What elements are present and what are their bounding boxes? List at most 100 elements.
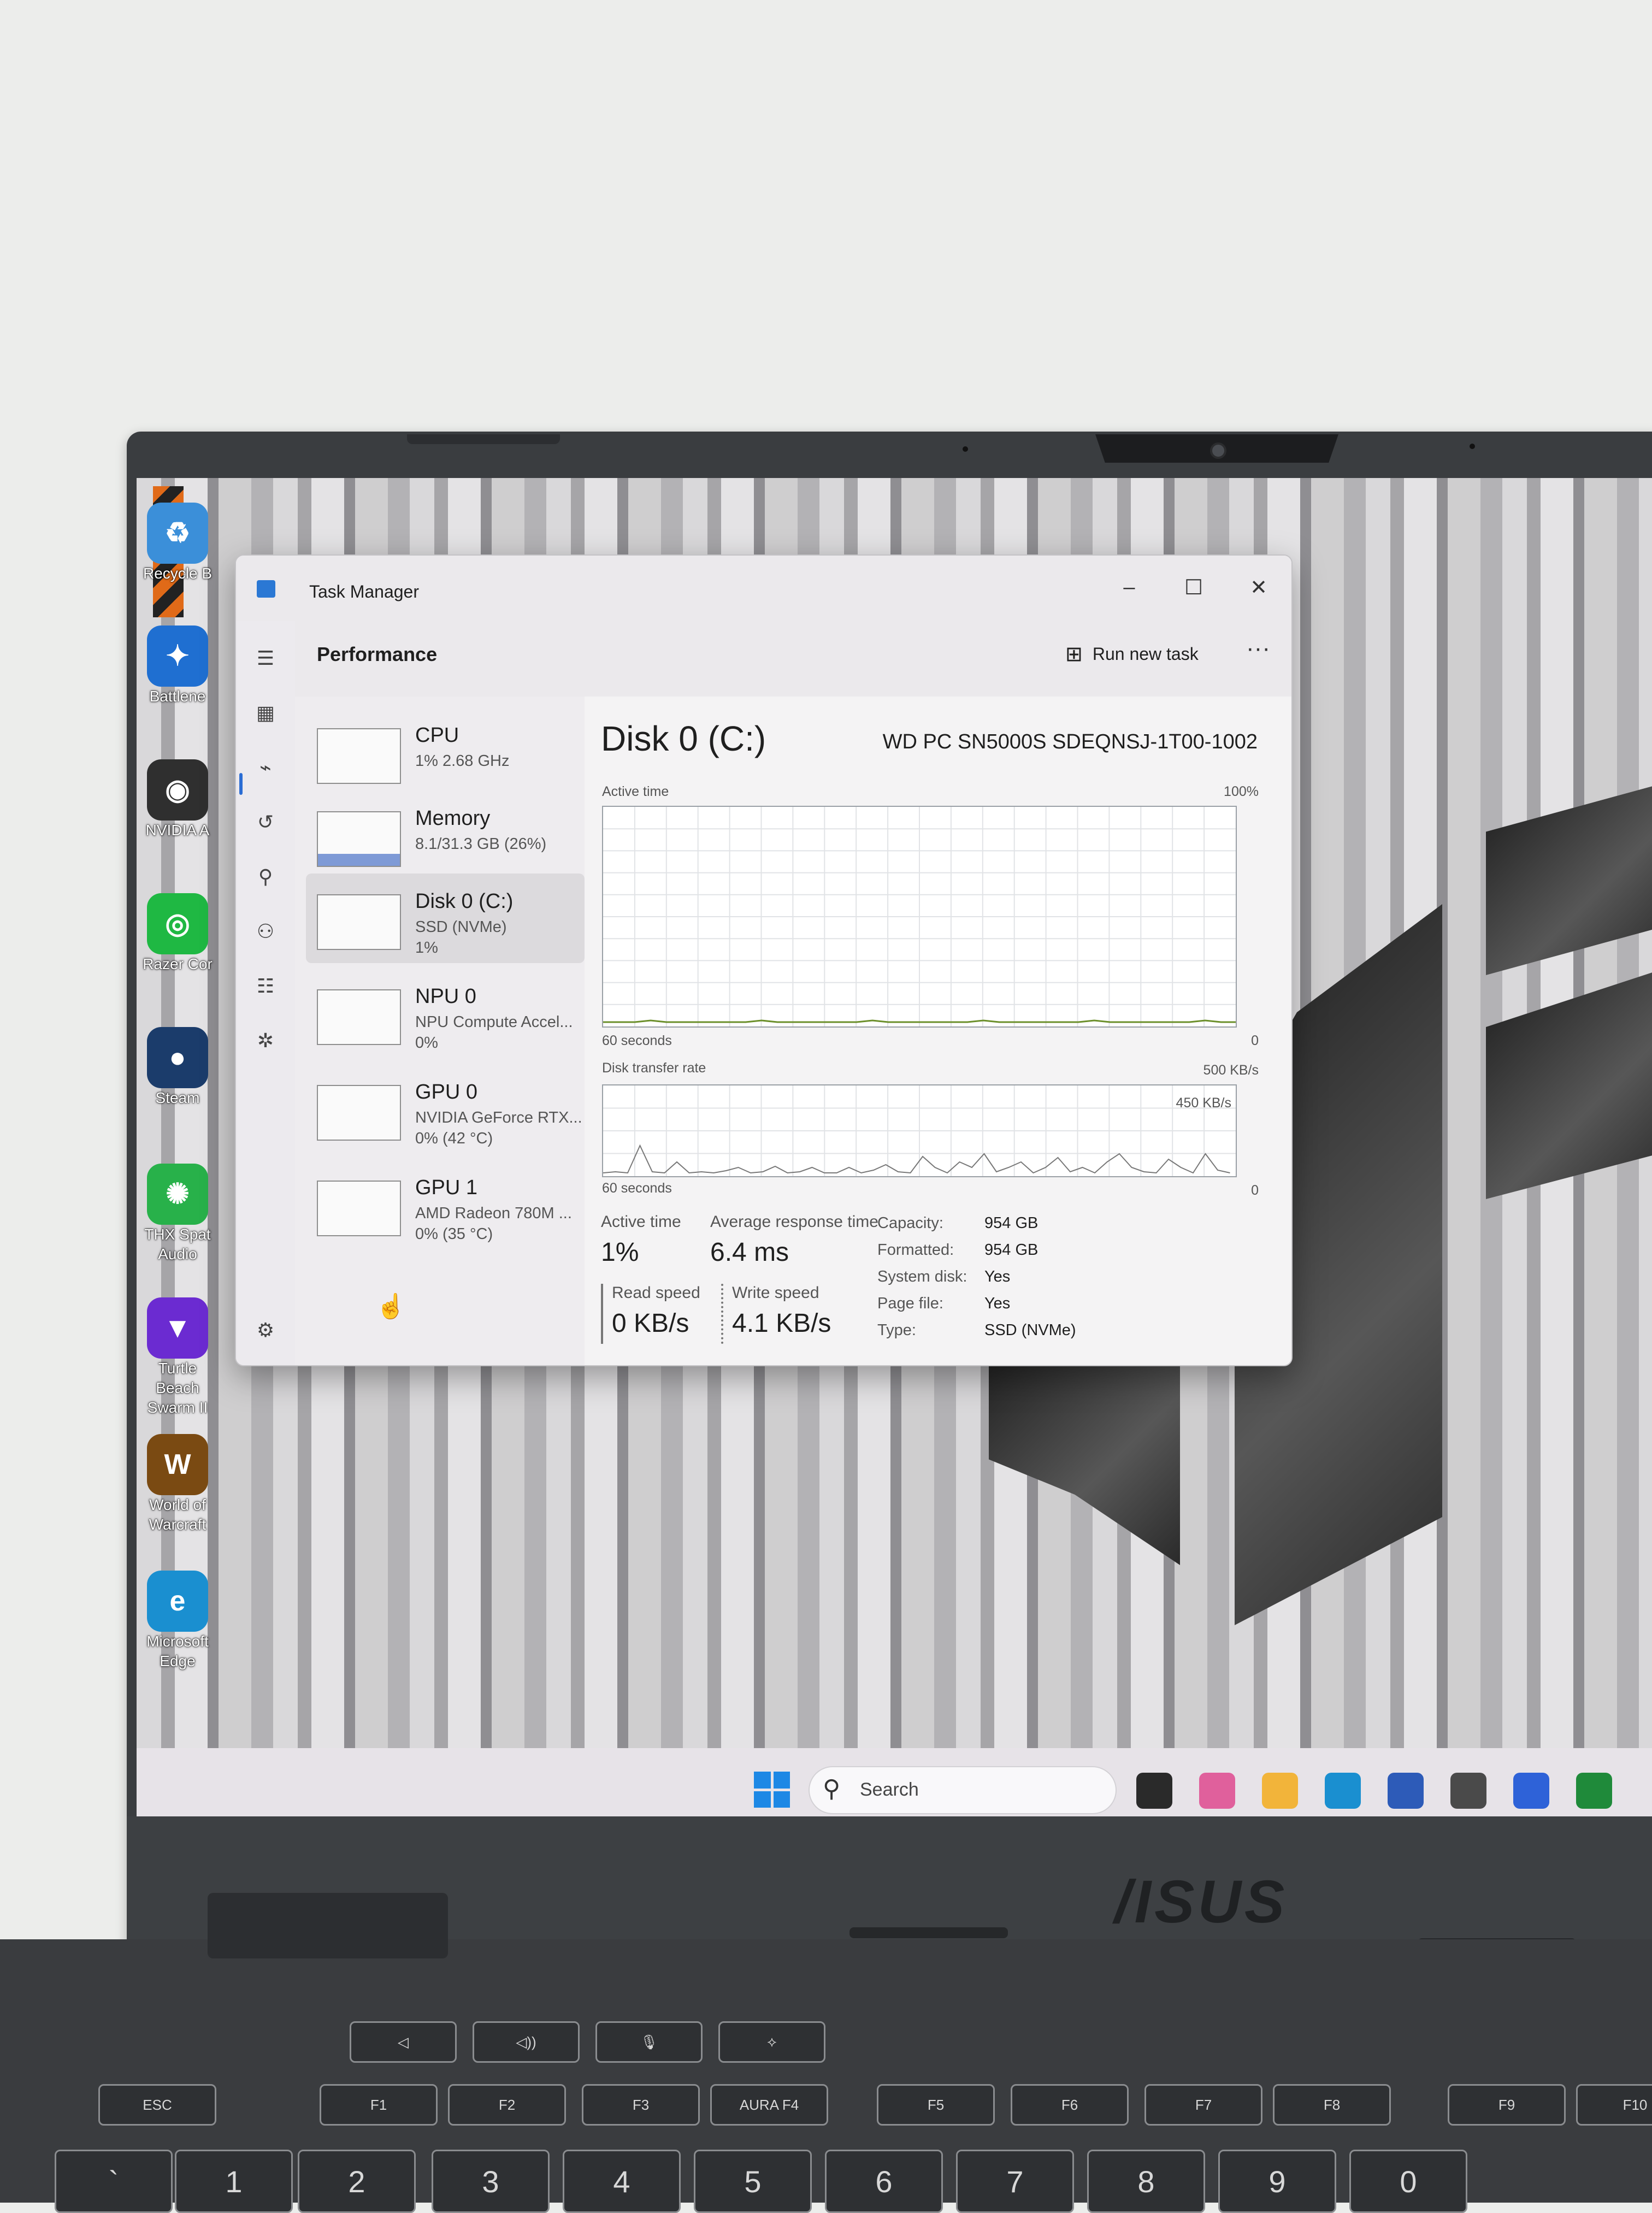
write-speed-label: Write speed: [732, 1284, 819, 1302]
function-key[interactable]: F2: [448, 2084, 566, 2126]
transfer-rate-graph: 450 KB/s: [602, 1084, 1237, 1177]
taskbar-search[interactable]: ⚲ Search: [809, 1766, 1117, 1814]
media-key[interactable]: ◁: [350, 2021, 457, 2063]
media-key[interactable]: ◁)): [473, 2021, 580, 2063]
resource-item-disk-0-c[interactable]: Disk 0 (C:) SSD (NVMe) 1%: [306, 874, 585, 963]
desktop-icon[interactable]: ✺ THX Spat Audio: [137, 1164, 219, 1264]
search-placeholder: Search: [860, 1779, 919, 1800]
property-value: SSD (NVMe): [984, 1321, 1076, 1339]
function-key[interactable]: ESC: [98, 2084, 216, 2126]
resource-name: Memory: [415, 807, 491, 830]
title-bar[interactable]: Task Manager – ☐ ✕: [236, 556, 1291, 621]
lid-foot: [849, 1927, 1008, 1938]
processes-icon[interactable]: ▦: [250, 698, 281, 728]
resource-thumbnail: [317, 728, 401, 784]
function-key[interactable]: F8: [1273, 2084, 1391, 2126]
resource-line1: AMD Radeon 780M ...: [415, 1205, 572, 1222]
xbox-icon[interactable]: [1576, 1773, 1612, 1809]
number-key[interactable]: 6: [825, 2150, 943, 2213]
desktop-icon-glyph: ♻: [147, 503, 208, 564]
task-view-icon[interactable]: [1136, 1773, 1172, 1809]
number-key[interactable]: 8: [1087, 2150, 1205, 2213]
number-key[interactable]: 5: [694, 2150, 812, 2213]
number-key[interactable]: 9: [1218, 2150, 1336, 2213]
function-key[interactable]: F3: [582, 2084, 700, 2126]
property-label: Formatted:: [877, 1241, 954, 1259]
performance-icon[interactable]: ⌁: [250, 752, 281, 783]
desktop-icon[interactable]: W World of Warcraft: [137, 1434, 219, 1535]
page-title: Performance: [317, 643, 438, 665]
resource-item-cpu[interactable]: CPU 1% 2.68 GHz: [306, 707, 585, 797]
number-key[interactable]: `: [55, 2150, 173, 2213]
function-key[interactable]: F10: [1576, 2084, 1652, 2126]
number-key[interactable]: 1: [175, 2150, 293, 2213]
media-key[interactable]: 🎙: [595, 2021, 703, 2063]
details-icon[interactable]: ☷: [250, 971, 281, 1001]
desktop-icon-glyph: ◎: [147, 893, 208, 954]
settings-gear-icon[interactable]: ⚙: [250, 1315, 281, 1345]
close-button[interactable]: ✕: [1226, 565, 1291, 609]
desktop-icon[interactable]: ✦ Battlene: [137, 625, 219, 706]
store-icon[interactable]: [1388, 1773, 1424, 1809]
resource-item-npu-0[interactable]: NPU 0 NPU Compute Accel... 0%: [306, 969, 585, 1058]
desktop-icon[interactable]: ● Steam: [137, 1027, 219, 1108]
number-key[interactable]: 3: [432, 2150, 550, 2213]
number-key[interactable]: 2: [298, 2150, 416, 2213]
desktop-icon[interactable]: ♻ Recycle B: [137, 503, 219, 583]
function-key[interactable]: F1: [320, 2084, 438, 2126]
hinge: [208, 1893, 448, 1958]
resource-item-gpu-0[interactable]: GPU 0 NVIDIA GeForce RTX... 0% (42 °C): [306, 1064, 585, 1154]
active-indicator: [239, 773, 243, 795]
resource-line2: 0%: [415, 1034, 438, 1052]
startup-apps-icon[interactable]: ⚲: [250, 861, 281, 892]
desktop-icon-label: THX Spat Audio: [144, 1226, 211, 1262]
function-key[interactable]: F5: [877, 2084, 995, 2126]
desktop-icon[interactable]: ▼ Turtle Beach Swarm II: [137, 1297, 219, 1418]
desktop-icon-label: Battlene: [149, 688, 206, 705]
myasus-icon[interactable]: [1513, 1773, 1549, 1809]
page-header: Performance ⊞ Run new task ···: [295, 621, 1291, 697]
services-icon[interactable]: ✲: [250, 1025, 281, 1056]
edge-icon[interactable]: [1325, 1773, 1361, 1809]
number-key[interactable]: 0: [1349, 2150, 1467, 2213]
app-history-icon[interactable]: ↺: [250, 807, 281, 837]
number-key[interactable]: 7: [956, 2150, 1074, 2213]
resource-name: CPU: [415, 724, 459, 747]
desktop-icon-label: Steam: [155, 1089, 200, 1106]
graph2-inner-label: 450 KB/s: [1176, 1095, 1231, 1111]
media-key[interactable]: ⟡: [718, 2021, 825, 2063]
desktop-icon[interactable]: e Microsoft Edge: [137, 1571, 219, 1671]
function-key[interactable]: F7: [1144, 2084, 1262, 2126]
maximize-button[interactable]: ☐: [1161, 565, 1226, 609]
graph2-x-label: 60 seconds: [602, 1181, 672, 1196]
file-explorer-icon[interactable]: [1262, 1773, 1298, 1809]
resource-name: Disk 0 (C:): [415, 890, 514, 913]
run-new-task-button[interactable]: ⊞ Run new task: [1065, 638, 1199, 670]
start-button[interactable]: [754, 1772, 790, 1808]
desktop-icon-label: Microsoft Edge: [146, 1633, 209, 1669]
desktop-icon[interactable]: ◎ Razer Cor: [137, 893, 219, 974]
active-time-graph-svg: [603, 807, 1236, 1026]
resource-thumbnail: [317, 1085, 401, 1141]
hamburger-menu-icon[interactable]: ☰: [250, 643, 281, 674]
function-key[interactable]: AURA F4: [710, 2084, 828, 2126]
function-key[interactable]: F6: [1011, 2084, 1129, 2126]
copilot-icon[interactable]: [1199, 1773, 1235, 1809]
resource-item-gpu-1[interactable]: GPU 1 AMD Radeon 780M ... 0% (35 °C): [306, 1160, 585, 1249]
users-icon[interactable]: ⚇: [250, 916, 281, 947]
resource-item-memory[interactable]: Memory 8.1/31.3 GB (26%): [306, 790, 585, 880]
task-manager-window[interactable]: Task Manager – ☐ ✕ ☰ ▦ ⌁ ↺ ⚲ ⚇ ☷ ✲ ⚙ Per…: [235, 554, 1293, 1366]
mic-dot: [1470, 444, 1475, 449]
function-key[interactable]: F9: [1448, 2084, 1566, 2126]
read-speed-bar: [601, 1284, 603, 1344]
more-options-button[interactable]: ···: [1239, 636, 1277, 670]
property-label: System disk:: [877, 1268, 967, 1285]
minimize-button[interactable]: –: [1096, 565, 1162, 609]
desktop-icon[interactable]: ◉ NVIDIA A: [137, 759, 219, 840]
number-key[interactable]: 4: [563, 2150, 681, 2213]
disk-detail-panel: Disk 0 (C:) WD PC SN5000S SDEQNSJ-1T00-1…: [585, 697, 1291, 1365]
active-time-value: 1%: [601, 1238, 639, 1267]
transfer-rate-graph-svg: [603, 1085, 1236, 1176]
armoury-icon[interactable]: [1450, 1773, 1486, 1809]
read-speed-label: Read speed: [612, 1284, 700, 1302]
